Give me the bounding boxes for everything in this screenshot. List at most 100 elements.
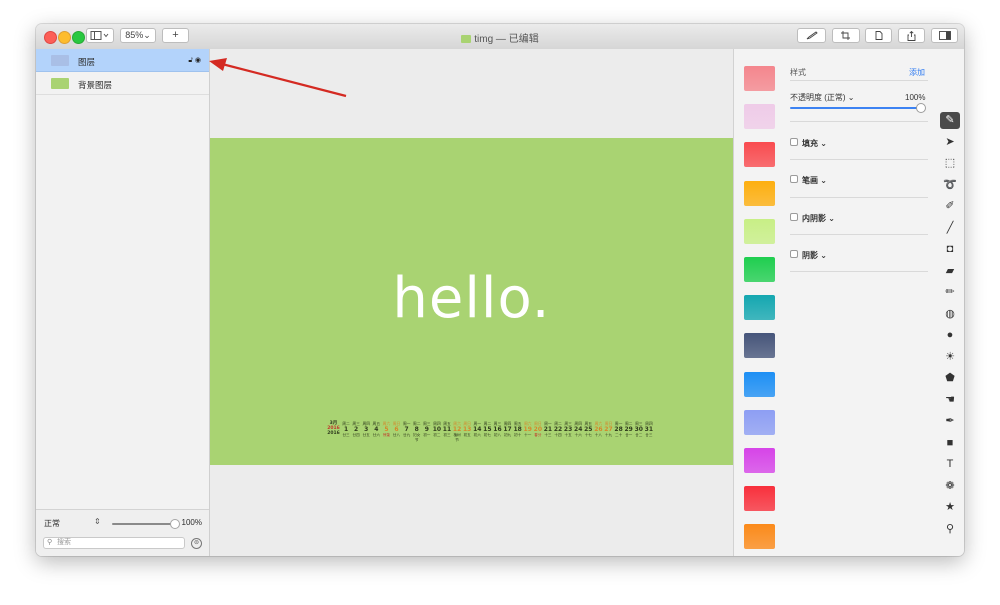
style-swatch[interactable] [744, 333, 775, 359]
opacity-label[interactable]: 不透明度 (正常) ⌄ [790, 92, 854, 103]
app-window: 85%⌄ + timg — 已编辑 图层 🔓︎ ◉ 背景图层 正常 ⇕ 100%… [36, 24, 964, 556]
lasso-icon[interactable]: ➰ [940, 177, 960, 194]
calendar-day: 周三 9 初一 [422, 421, 432, 443]
style-swatch[interactable] [744, 257, 775, 282]
text-icon[interactable]: T [940, 456, 960, 473]
eye-icon[interactable]: ◉ [195, 57, 201, 64]
layer-thumbnail [51, 55, 69, 66]
style-swatch[interactable] [744, 448, 775, 473]
style-swatch[interactable] [744, 66, 775, 91]
slider-knob[interactable] [170, 519, 180, 529]
lock-icon[interactable]: 🔓︎ [188, 57, 193, 64]
divider [790, 234, 928, 235]
title-bar: 85%⌄ + timg — 已编辑 [36, 24, 964, 50]
inner-shadow-section-toggle[interactable]: 内阴影 ⌄ [802, 213, 835, 224]
eraser-icon[interactable]: ▰ [940, 263, 960, 280]
search-icon: ⚲ [47, 539, 53, 546]
style-swatch[interactable] [744, 486, 775, 512]
layer-thumbnail [51, 78, 69, 89]
style-swatch[interactable] [744, 371, 775, 397]
stroke-section-toggle[interactable]: 笔画 ⌄ [802, 175, 827, 186]
style-swatch[interactable] [744, 524, 775, 550]
day-number: 9 [424, 426, 429, 433]
style-swatch[interactable] [744, 409, 775, 435]
layer-row-background[interactable]: 背景图层 [36, 72, 209, 95]
add-style-link[interactable]: 添加 [909, 67, 925, 78]
clone-icon[interactable]: ◍ [940, 306, 960, 323]
day-number: 26 [594, 426, 603, 433]
day-number: 2 [354, 426, 359, 433]
day-number: 5 [384, 426, 389, 433]
day-number: 19 [523, 426, 532, 433]
style-brush-icon[interactable]: ✎ [940, 112, 960, 129]
inner-shadow-checkbox[interactable] [790, 213, 798, 221]
day-number: 1 [343, 426, 349, 433]
blur-icon[interactable]: ● [940, 327, 960, 344]
new-document-button[interactable] [865, 28, 892, 43]
canvas-area[interactable]: hello. 3月 2016 2016 周二 1 廿三 周三 2 廿四 周四 3 廿五 周五 4 廿六… [210, 49, 733, 556]
layer-row-layer[interactable]: 图层 🔓︎ ◉ [36, 49, 209, 72]
day-number: 15 [483, 426, 492, 433]
layer-search-input[interactable]: ⚲ 搜索 [43, 537, 185, 549]
lunar-label: 植树节 [453, 433, 461, 442]
lunar-label: 十九 [604, 433, 613, 437]
style-swatch[interactable] [744, 218, 775, 244]
fill-section-toggle[interactable]: 填充 ⌄ [802, 138, 827, 149]
inspector-toggle-button[interactable] [931, 28, 958, 43]
day-number: 18 [513, 426, 522, 433]
shape-icon[interactable]: ⬟ [940, 370, 960, 387]
sun-icon[interactable]: ☀ [940, 349, 960, 366]
lunar-label: 十八 [594, 433, 602, 437]
rounded-rect-icon[interactable]: ■ [940, 435, 960, 452]
calendar-day: 周日 20 春分 [533, 421, 543, 443]
style-swatch[interactable] [744, 180, 775, 206]
style-swatch[interactable] [744, 142, 775, 168]
style-swatch[interactable] [744, 104, 775, 130]
brush-icon [806, 31, 818, 40]
layer-icons: 🔓︎ ◉ [188, 56, 201, 65]
filter-icon[interactable]: ⊜ [191, 538, 202, 549]
fill-checkbox[interactable] [790, 138, 798, 146]
day-number: 30 [634, 426, 643, 433]
calendar-day: 周日 27 十九 [603, 421, 613, 443]
arrow-pointer-icon[interactable]: ➤ [940, 134, 960, 151]
lunar-label: 初三 [443, 433, 451, 437]
style-swatch[interactable] [744, 295, 775, 321]
lunar-label: 十五 [564, 433, 572, 437]
color-adjust-icon[interactable]: ❁ [940, 478, 960, 495]
panel-icon [938, 31, 951, 40]
layer-opacity-slider[interactable] [112, 523, 174, 525]
day-number: 7 [404, 426, 409, 433]
day-number: 11 [442, 426, 452, 433]
brush-tool-button[interactable] [797, 28, 826, 43]
calendar-day: 周一 28 二十 [614, 421, 624, 443]
stroke-checkbox[interactable] [790, 175, 798, 183]
crop-button[interactable] [832, 28, 860, 43]
document-icon [461, 35, 472, 43]
rect-select-icon[interactable]: ⬚ [940, 155, 960, 172]
pencil-icon[interactable]: ✏ [940, 284, 960, 301]
lunar-label: 初五 [463, 433, 471, 437]
canvas-image[interactable]: hello. 3月 2016 2016 周二 1 廿三 周三 2 廿四 周四 3 廿五 周五 4 廿六… [210, 138, 733, 465]
calendar-day: 周二 1 廿三 [341, 421, 351, 443]
up-down-chevron-icon[interactable]: ⇕ [94, 517, 101, 526]
smudge-icon[interactable]: ☚ [940, 392, 960, 409]
day-number: 28 [614, 426, 623, 433]
zoom-icon[interactable]: ⚲ [940, 521, 960, 538]
quick-select-icon[interactable]: ✐ [940, 198, 960, 215]
star-icon[interactable]: ★ [940, 499, 960, 516]
calendar-day: 周六 26 十八 [593, 421, 603, 443]
day-number: 29 [624, 426, 633, 433]
paint-brush-icon[interactable]: ╱ [940, 220, 960, 237]
shadow-checkbox[interactable] [790, 250, 798, 258]
blend-mode-select[interactable]: 正常 [44, 518, 60, 529]
calendar-day: 周一 7 廿九 [402, 421, 412, 443]
style-opacity-slider[interactable] [790, 107, 920, 109]
paint-bucket-icon[interactable]: ◘ [940, 241, 960, 258]
day-number: 3 [364, 426, 369, 433]
shadow-section-toggle[interactable]: 阴影 ⌄ [802, 250, 827, 261]
slider-knob[interactable] [916, 103, 926, 113]
share-button[interactable] [898, 28, 925, 43]
lunar-label: 十六 [574, 433, 582, 437]
pen-icon[interactable]: ✒ [940, 413, 960, 430]
